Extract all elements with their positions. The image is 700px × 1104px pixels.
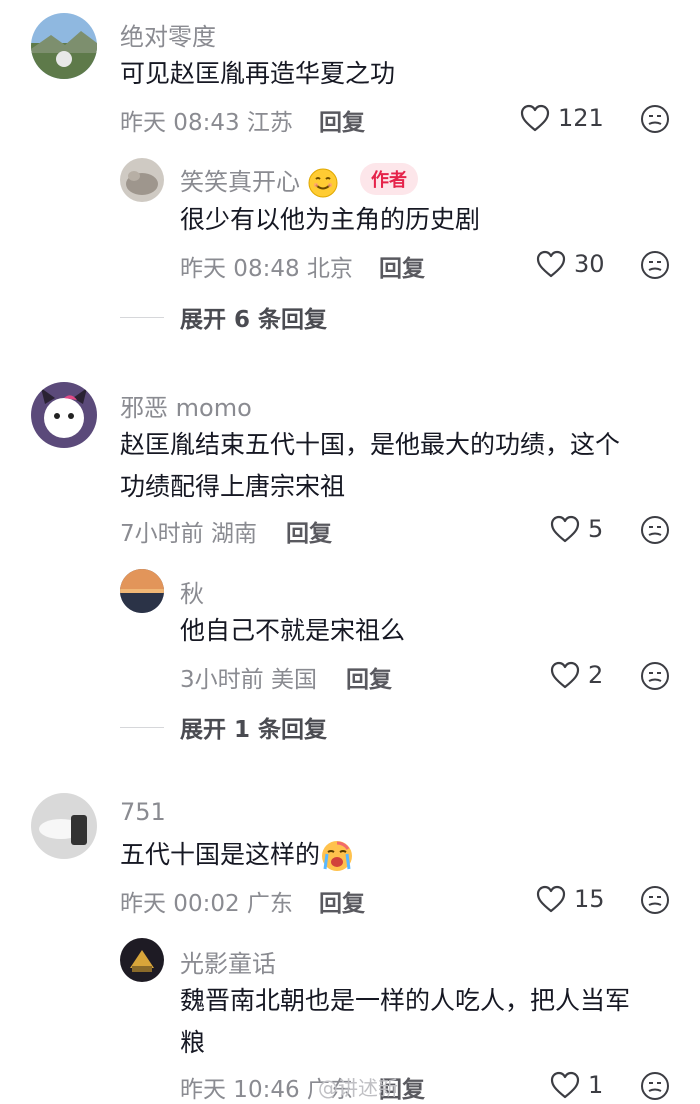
like-button[interactable]: 5 — [550, 515, 603, 543]
avatar[interactable] — [31, 793, 97, 859]
avatar[interactable] — [120, 938, 164, 982]
comment-time: 昨天 08:48 北京 — [180, 256, 353, 282]
like-count: 1 — [588, 1071, 604, 1099]
like-button[interactable]: 121 — [520, 104, 604, 132]
heart-icon — [536, 250, 566, 278]
dislike-icon[interactable] — [640, 1071, 670, 1101]
dislike-icon[interactable] — [640, 104, 670, 134]
username[interactable]: 751 — [120, 798, 166, 826]
username[interactable]: 秋 — [180, 574, 204, 609]
username[interactable]: 笑笑真开心 — [180, 162, 338, 198]
expand-replies-button[interactable]: 展开 1 条回复 — [120, 710, 327, 744]
comment-text: 可见赵匡胤再造华夏之功 — [120, 59, 396, 88]
reply-button[interactable]: 回复 — [286, 514, 332, 548]
reply-button[interactable]: 回复 — [379, 249, 425, 283]
heart-icon — [550, 661, 580, 689]
like-button[interactable]: 1 — [550, 1071, 603, 1099]
comment-text: 赵匡胤结束五代十国，是他最大的功绩，这个 — [120, 430, 621, 459]
username[interactable]: 邪恶 momo — [120, 388, 252, 423]
comment-text: 功绩配得上唐宗宋祖 — [120, 472, 346, 501]
like-count: 2 — [588, 661, 604, 689]
avatar[interactable] — [120, 569, 164, 613]
smile-emoji-icon — [308, 168, 338, 198]
avatar[interactable] — [31, 13, 97, 79]
reply-button[interactable]: 回复 — [346, 660, 392, 694]
like-button[interactable]: 30 — [536, 250, 605, 278]
heart-icon — [520, 104, 550, 132]
dislike-icon[interactable] — [640, 250, 670, 280]
username[interactable]: 绝对零度 — [120, 17, 216, 52]
dislike-icon[interactable] — [640, 515, 670, 545]
comment-text: 他自己不就是宋祖么 — [180, 616, 406, 645]
divider — [120, 726, 164, 728]
comment-time: 昨天 08:43 江苏 — [120, 110, 293, 136]
like-count: 121 — [558, 104, 604, 132]
expand-replies-label: 展开 6 条回复 — [180, 307, 328, 333]
like-count: 15 — [574, 885, 605, 913]
author-badge: 作者 — [360, 163, 418, 195]
comment-time: 3小时前 美国 — [180, 667, 317, 693]
like-count: 5 — [588, 515, 604, 543]
expand-replies-button[interactable]: 展开 6 条回复 — [120, 300, 327, 334]
avatar[interactable] — [31, 382, 97, 448]
heart-icon — [550, 1071, 580, 1099]
comment-time: 昨天 00:02 广东 — [120, 891, 293, 917]
heart-icon — [550, 515, 580, 543]
avatar[interactable] — [120, 158, 164, 202]
comment-text: 很少有以他为主角的历史剧 — [180, 205, 481, 234]
comment-text: 魏晋南北朝也是一样的人吃人，把人当军 — [180, 986, 631, 1015]
comment-text: 五代十国是这样的 — [120, 834, 354, 876]
like-button[interactable]: 15 — [536, 885, 605, 913]
comment-time: 7小时前 湖南 — [120, 521, 257, 547]
like-button[interactable]: 2 — [550, 661, 603, 689]
reply-button[interactable]: 回复 — [319, 103, 365, 137]
watermark: @讲述新 — [318, 1076, 398, 1100]
dislike-icon[interactable] — [640, 885, 670, 915]
divider — [120, 316, 164, 318]
username[interactable]: 光影童话 — [180, 944, 276, 979]
heart-icon — [536, 885, 566, 913]
expand-replies-label: 展开 1 条回复 — [180, 717, 328, 743]
reply-button[interactable]: 回复 — [319, 884, 365, 918]
dislike-icon[interactable] — [640, 661, 670, 691]
crying-emoji-icon — [322, 841, 353, 871]
comment-text: 粮 — [180, 1028, 206, 1057]
like-count: 30 — [574, 250, 605, 278]
